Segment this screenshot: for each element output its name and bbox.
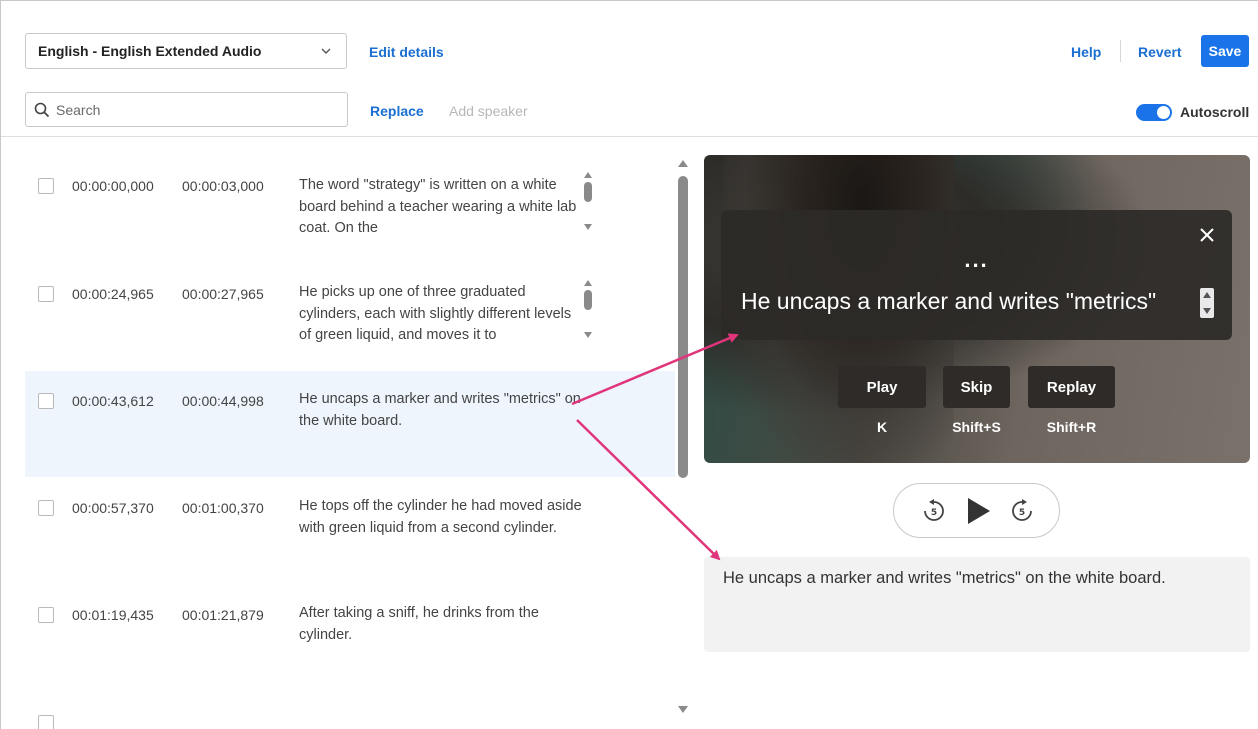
caption-row[interactable]: 00:00:57,370 00:01:00,370 He tops off th… xyxy=(25,477,675,587)
caption-text-scrollbar[interactable] xyxy=(582,172,596,232)
caption-list-scrollbar[interactable] xyxy=(676,158,690,718)
caption-text[interactable]: After taking a sniff, he drinks from the… xyxy=(299,603,584,647)
video-preview[interactable]: ... He uncaps a marker and writes "metri… xyxy=(704,155,1250,463)
start-time: 00:00:00,000 xyxy=(72,178,154,194)
caption-text[interactable]: He picks up one of three graduated cylin… xyxy=(299,282,584,347)
play-icon[interactable] xyxy=(964,496,992,526)
replay-button[interactable]: Replay xyxy=(1028,366,1115,408)
play-button[interactable]: Play xyxy=(838,366,926,408)
replace-button[interactable]: Replace xyxy=(370,103,424,119)
row-checkbox[interactable] xyxy=(38,715,54,729)
add-speaker-button[interactable]: Add speaker xyxy=(449,103,528,119)
start-time: 00:00:57,370 xyxy=(72,500,154,516)
caption-row[interactable]: 00:01:19,435 00:01:21,879 After taking a… xyxy=(25,587,675,697)
caption-list: 00:00:00,000 00:00:03,000 The word "stra… xyxy=(25,150,675,729)
end-time: 00:00:44,998 xyxy=(182,393,264,409)
autoscroll-label: Autoscroll xyxy=(1180,104,1250,120)
toolbar-divider xyxy=(1,136,1258,137)
skip-shortcut: Shift+S xyxy=(952,419,1001,435)
start-time: 00:00:24,965 xyxy=(72,286,154,302)
overlay-scrollbar[interactable] xyxy=(1200,288,1214,318)
play-shortcut: K xyxy=(876,419,888,435)
row-checkbox[interactable] xyxy=(38,500,54,516)
caption-row-selected[interactable]: 00:00:43,612 00:00:44,998 He uncaps a ma… xyxy=(25,371,675,477)
audio-description-overlay: ... He uncaps a marker and writes "metri… xyxy=(721,210,1232,340)
help-link[interactable]: Help xyxy=(1071,44,1101,60)
row-checkbox[interactable] xyxy=(38,286,54,302)
header-divider xyxy=(1120,40,1121,62)
overlay-caption: He uncaps a marker and writes "metrics" xyxy=(741,288,1157,314)
row-checkbox[interactable] xyxy=(38,178,54,194)
end-time: 00:00:03,000 xyxy=(182,178,264,194)
language-select-value: English - English Extended Audio xyxy=(38,43,262,59)
end-time: 00:01:21,879 xyxy=(182,607,264,623)
caption-text[interactable]: He uncaps a marker and writes "metrics" … xyxy=(299,389,584,433)
language-select[interactable]: English - English Extended Audio xyxy=(25,33,347,69)
caption-text[interactable]: He tops off the cylinder he had moved as… xyxy=(299,496,584,562)
autoscroll-toggle[interactable] xyxy=(1136,104,1172,121)
row-checkbox[interactable] xyxy=(38,607,54,623)
search-icon xyxy=(34,102,50,118)
close-icon[interactable] xyxy=(1198,226,1216,244)
revert-button[interactable]: Revert xyxy=(1138,44,1182,60)
rewind-seconds: 5 xyxy=(931,508,937,518)
end-time: 00:01:00,370 xyxy=(182,500,264,516)
start-time: 00:01:19,435 xyxy=(72,607,154,623)
skip-button[interactable]: Skip xyxy=(943,366,1010,408)
end-time: 00:00:27,965 xyxy=(182,286,264,302)
player-controls: 5 5 xyxy=(893,483,1060,538)
forward-seconds: 5 xyxy=(1019,508,1025,518)
caption-preview-text: He uncaps a marker and writes "metrics" … xyxy=(704,557,1250,652)
rewind-5-icon[interactable]: 5 xyxy=(920,497,948,525)
caption-row[interactable]: 00:00:24,965 00:00:27,965 He picks up on… xyxy=(25,260,675,372)
caption-row[interactable]: 00:00:00,000 00:00:03,000 The word "stra… xyxy=(25,150,675,260)
caption-text[interactable]: The word "strategy" is written on a whit… xyxy=(299,175,584,241)
start-time: 00:00:43,612 xyxy=(72,393,154,409)
search-box[interactable] xyxy=(25,92,348,127)
edit-details-link[interactable]: Edit details xyxy=(369,44,444,60)
row-checkbox[interactable] xyxy=(38,393,54,409)
forward-5-icon[interactable]: 5 xyxy=(1008,497,1036,525)
replay-shortcut: Shift+R xyxy=(1046,419,1097,435)
caption-row[interactable] xyxy=(25,712,675,729)
search-input[interactable] xyxy=(56,101,347,118)
overlay-ellipsis: ... xyxy=(964,247,989,272)
chevron-down-icon xyxy=(321,48,331,54)
save-button[interactable]: Save xyxy=(1201,35,1249,67)
caption-text-scrollbar[interactable] xyxy=(582,280,596,340)
